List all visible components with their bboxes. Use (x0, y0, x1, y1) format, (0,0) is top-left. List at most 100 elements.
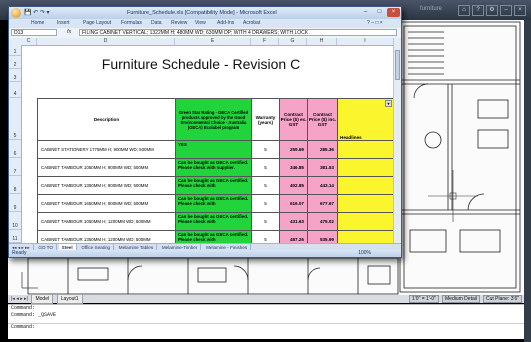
table-row-price-inc[interactable]: 285.36 (307, 140, 338, 159)
row-header[interactable]: 7 (9, 158, 21, 176)
column-header[interactable]: E (175, 38, 251, 45)
table-row-warranty[interactable]: 5 (251, 230, 280, 243)
command-line[interactable]: Command: Command: _QSAVE Command: (8, 304, 524, 339)
table-row-headlines[interactable] (337, 194, 394, 213)
column-header[interactable]: H (307, 38, 337, 45)
table-row-headlines[interactable] (337, 158, 394, 177)
table-row-green[interactable]: Can be bought as GECA certified. Please … (175, 176, 252, 195)
detail-level-selector[interactable]: Medium Detail (442, 295, 480, 303)
tab-insert[interactable]: Insert (57, 20, 70, 26)
header-description[interactable]: Description (37, 98, 176, 141)
scale-selector[interactable]: 1'0" = 1'-0" (409, 295, 439, 303)
cad-search-box[interactable]: furniture (420, 6, 442, 12)
table-row-price-ex[interactable]: 487.26 (279, 230, 308, 243)
tab-review[interactable]: Review (171, 20, 187, 26)
row-header[interactable]: 9 (9, 194, 21, 212)
table-row-price-ex[interactable]: 431.63 (279, 212, 308, 231)
header-headlines[interactable]: Headlines ▾ (337, 98, 394, 141)
table-row-price-ex[interactable]: 259.69 (279, 140, 308, 159)
column-header[interactable]: G (279, 38, 307, 45)
tab-formulas[interactable]: Formulas (121, 20, 142, 26)
minimize-button[interactable]: – (359, 8, 372, 17)
table-row-desc[interactable]: CABINET TAMBOUR 1050MM H; 1200MM WD; 500… (37, 212, 176, 231)
formula-input[interactable]: FILING CABINET VERTICAL; 1322MM H; 480MM… (79, 29, 397, 36)
row-header[interactable]: 1 (9, 45, 21, 56)
table-row-price-ex[interactable]: 402.85 (279, 176, 308, 195)
fx-icon[interactable]: fx (67, 29, 71, 35)
table-row-green[interactable]: Can be bought as GECA certified. Please … (175, 230, 252, 243)
scrollbar-thumb[interactable] (395, 50, 400, 80)
tab-page-layout[interactable]: Page Layout (83, 20, 111, 26)
tab-nav-arrows-icon[interactable]: |◂ ◂ ▸ ▸| (11, 295, 28, 303)
row-header[interactable]: 2 (9, 56, 21, 69)
table-row-desc[interactable]: CABINET TAMBOUR 1650MM H; 900MM WD; 500M… (37, 194, 176, 213)
table-row-warranty[interactable]: 5 (251, 176, 280, 195)
table-row-price-inc[interactable]: 443.14 (307, 176, 338, 195)
excel-window[interactable]: 💾 ↶ ↷ ▾ Furniture_Schedule.xls [Compatib… (8, 6, 402, 258)
cad-settings-icon[interactable]: ⚙ (486, 5, 498, 16)
table-row-warranty[interactable]: 5 (251, 194, 280, 213)
name-box[interactable]: D13 (11, 29, 57, 36)
table-row-price-ex[interactable]: 346.85 (279, 158, 308, 177)
table-row-warranty[interactable]: 5 (251, 158, 280, 177)
column-header[interactable]: C (21, 38, 37, 45)
row-header[interactable]: 6 (9, 140, 21, 158)
column-header[interactable]: I (337, 38, 394, 45)
row-header[interactable]: 10 (9, 212, 21, 230)
filter-dropdown-icon[interactable]: ▾ (385, 100, 392, 107)
header-price-ex-gst[interactable]: Contract Price ($) ex. GST (279, 98, 308, 141)
spreadsheet-grid[interactable]: C D E F G H I 1 2 3 4 5 6 7 8 9 10 11 Fu… (9, 38, 401, 243)
table-row-price-ex[interactable]: 616.07 (279, 194, 308, 213)
tab-data[interactable]: Data (151, 20, 162, 26)
quick-access-toolbar[interactable]: 💾 ↶ ↷ ▾ (24, 9, 50, 16)
row-header[interactable]: 11 (9, 230, 21, 243)
table-row-headlines[interactable] (337, 176, 394, 195)
column-header[interactable]: F (251, 38, 279, 45)
table-row-price-inc[interactable]: 381.53 (307, 158, 338, 177)
tab-model[interactable]: Model (31, 295, 54, 304)
cad-minimize-button[interactable]: – (500, 5, 512, 16)
office-button-icon[interactable] (11, 8, 21, 18)
header-price-inc-gst[interactable]: Contract Price ($) inc. GST (307, 98, 338, 141)
table-row-headlines[interactable] (337, 212, 394, 231)
column-header[interactable]: D (37, 38, 175, 45)
maximize-button[interactable]: □ (373, 8, 386, 17)
header-warranty[interactable]: Warranty (years) (251, 98, 280, 141)
table-row-green[interactable]: Can be bought as GECA certified. Please … (175, 212, 252, 231)
table-row-desc[interactable]: CABINET STATIONERY 1775MM H; 900MM WD; 5… (37, 140, 176, 159)
row-header[interactable]: 5 (9, 98, 21, 140)
table-row-headlines[interactable] (337, 230, 394, 243)
tab-home[interactable]: Home (31, 20, 44, 26)
close-button[interactable]: × (387, 8, 400, 17)
row-header[interactable]: 4 (9, 82, 21, 98)
table-row-desc[interactable]: CABINET TAMBOUR 1350MM H; 1200MM WD; 500… (37, 230, 176, 243)
table-row-warranty[interactable]: 5 (251, 212, 280, 231)
table-row-price-inc[interactable]: 535.99 (307, 230, 338, 243)
tab-view[interactable]: View (195, 20, 206, 26)
table-row-warranty[interactable]: 5 (251, 140, 280, 159)
sheet-title: Furniture Schedule - Revision C (101, 56, 301, 72)
table-row-green[interactable]: Can be bought as GECA certified. Please … (175, 158, 252, 177)
table-row-desc[interactable]: CABINET TAMBOUR 1350MM H; 900MM WD; 500M… (37, 176, 176, 195)
tab-layout1[interactable]: Layout1 (56, 295, 83, 304)
table-row-price-inc[interactable]: 677.67 (307, 194, 338, 213)
table-row-desc[interactable]: CABINET TAMBOUR 1050MM H; 900MM WD; 500M… (37, 158, 176, 177)
tab-acrobat[interactable]: Acrobat (243, 20, 260, 26)
excel-titlebar: 💾 ↶ ↷ ▾ Furniture_Schedule.xls [Compatib… (9, 7, 401, 19)
cad-tool-icon[interactable]: ⌂ (458, 5, 470, 16)
table-row-green[interactable]: Can be bought as GECA certified. Please … (175, 194, 252, 213)
cad-close-button[interactable]: × (514, 5, 526, 16)
header-green-star[interactable]: Green Star Rating - GECA Certified produ… (175, 98, 252, 141)
zoom-level[interactable]: 100% (358, 250, 371, 257)
table-row-price-inc[interactable]: 475.02 (307, 212, 338, 231)
help-icon[interactable]: ? – □ × (367, 20, 383, 26)
table-row-headlines[interactable] (337, 140, 394, 159)
command-input[interactable]: Command: (8, 323, 524, 331)
cad-help-icon[interactable]: ? (472, 5, 484, 16)
tab-add-ins[interactable]: Add-Ins (217, 20, 234, 26)
vertical-scrollbar[interactable] (393, 38, 401, 243)
table-row-green[interactable]: YES (175, 140, 252, 159)
row-header[interactable]: 8 (9, 176, 21, 194)
cut-plane-field[interactable]: Cut Plane: 3'6" (482, 295, 522, 303)
row-header[interactable]: 3 (9, 69, 21, 82)
